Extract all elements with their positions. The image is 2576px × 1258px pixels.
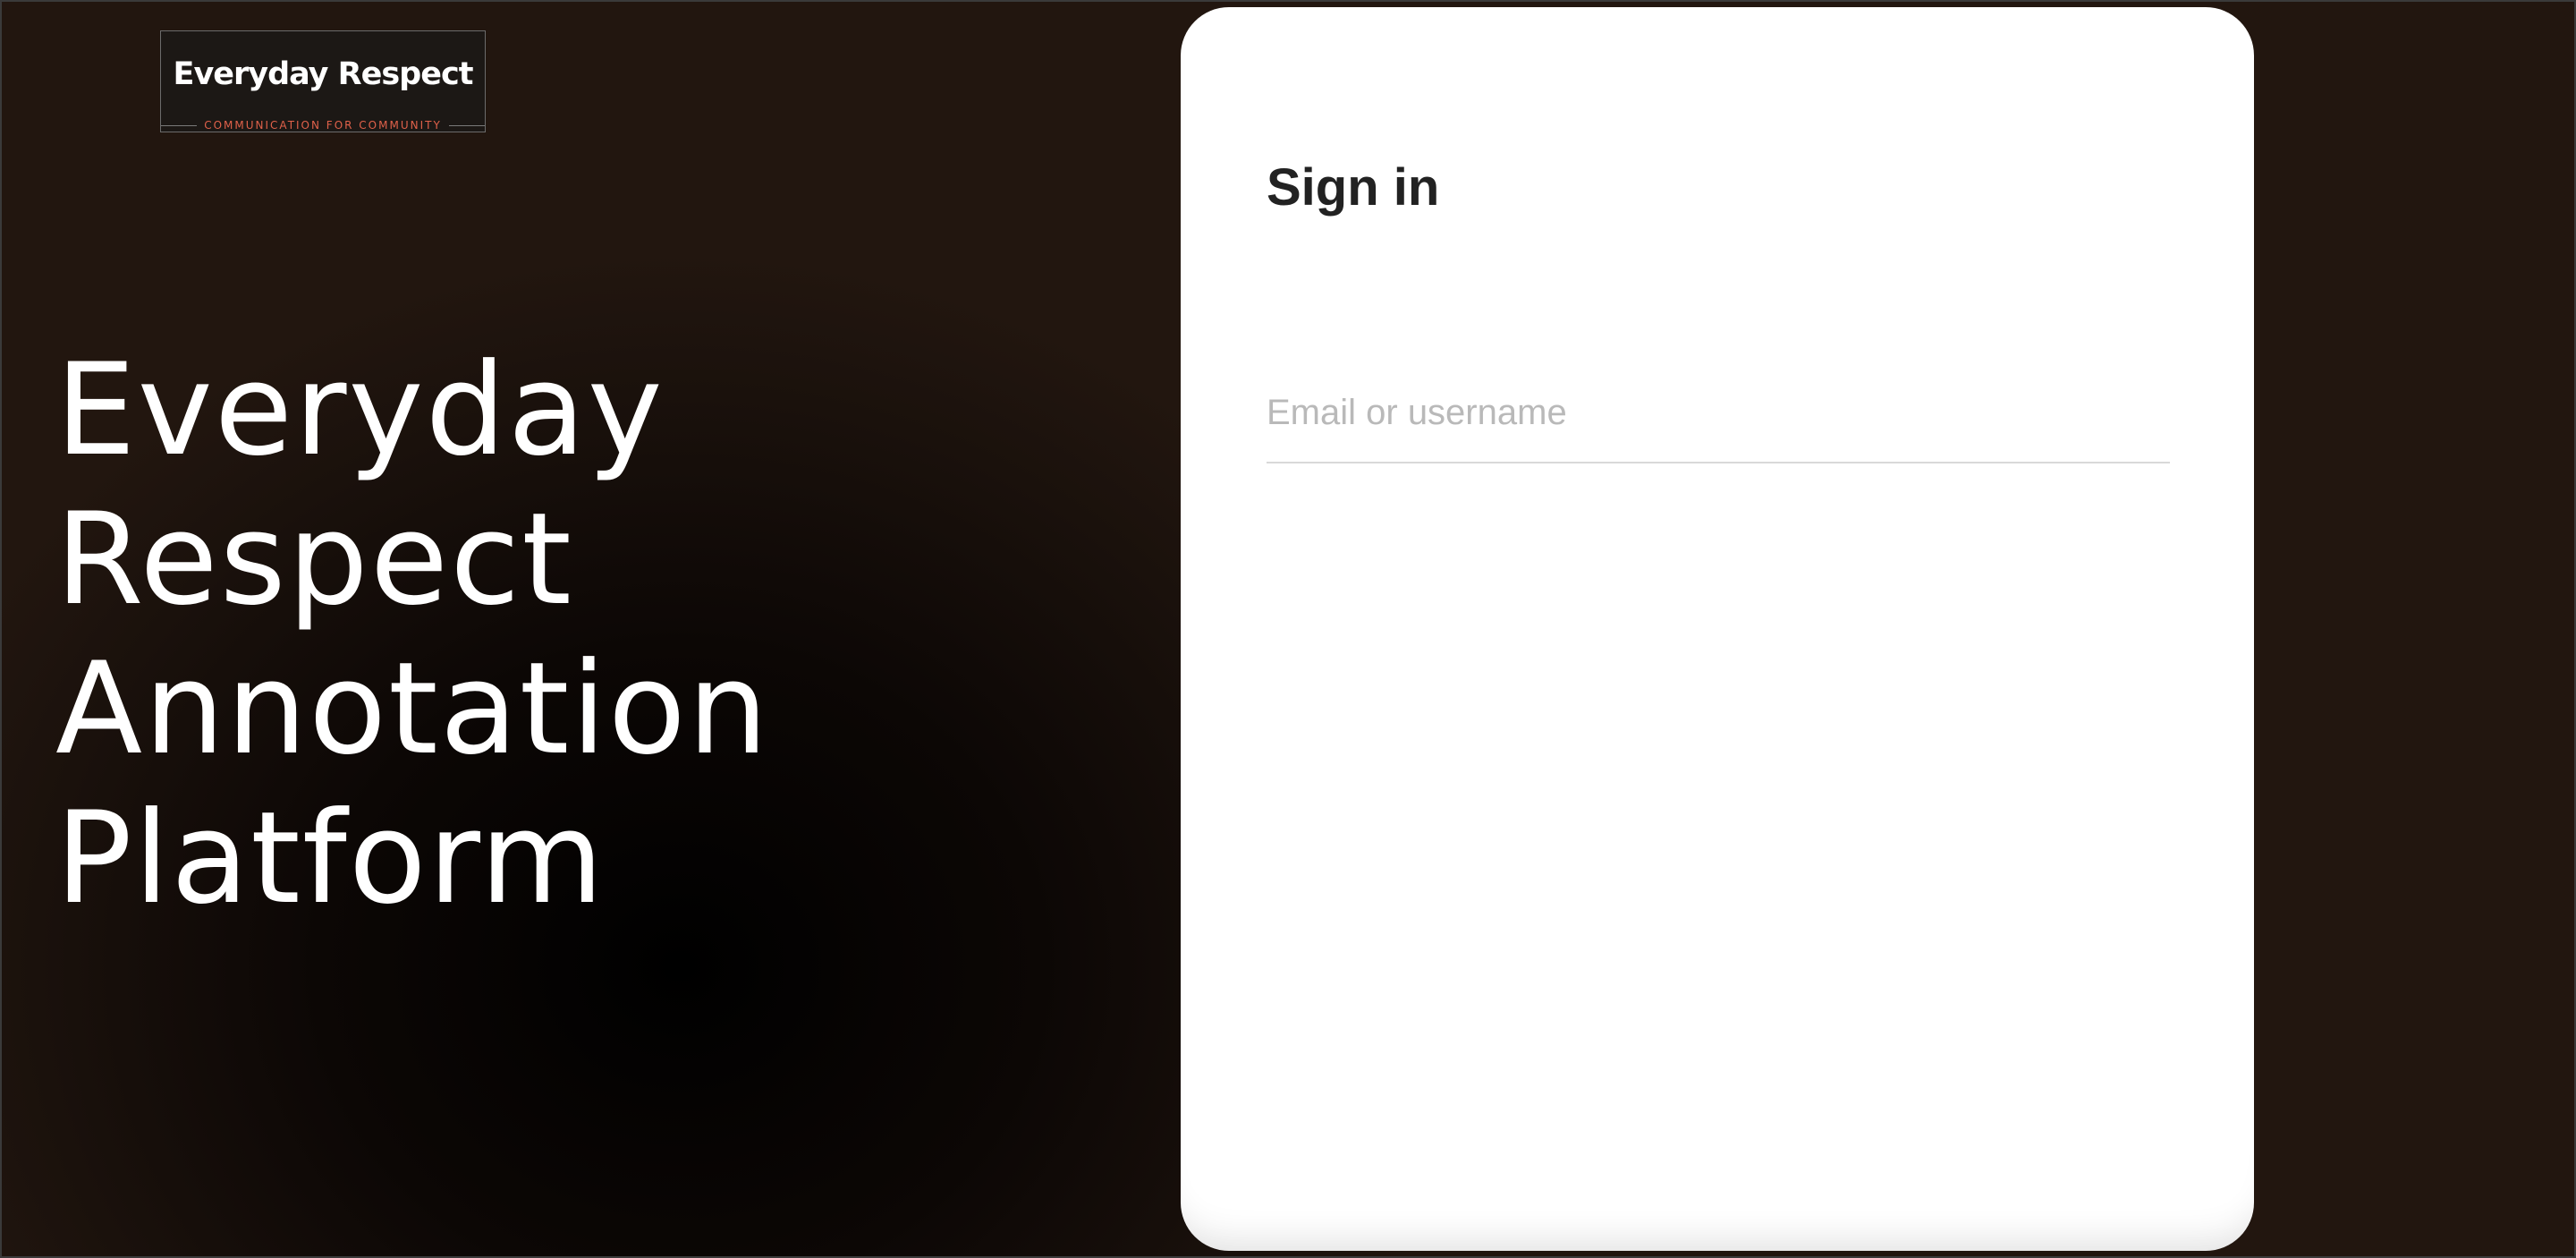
logo-tagline: COMMUNICATION FOR COMMUNITY bbox=[204, 119, 442, 132]
email-username-input[interactable] bbox=[1267, 381, 2170, 444]
hero-headline: Everyday Respect Annotation Platform bbox=[55, 336, 1039, 933]
hero-line: Platform bbox=[55, 785, 606, 932]
logo-title: Everyday Respect bbox=[173, 56, 474, 92]
brand-logo: Everyday Respect COMMUNICATION FOR COMMU… bbox=[160, 30, 486, 132]
hero-line: Annotation bbox=[55, 635, 770, 783]
logo-tagline-row: COMMUNICATION FOR COMMUNITY bbox=[161, 119, 485, 132]
username-field bbox=[1267, 372, 2170, 463]
signin-card: Sign in bbox=[1181, 7, 2254, 1251]
signin-title: Sign in bbox=[1267, 158, 1440, 217]
logo-rule-right bbox=[448, 124, 485, 126]
logo-rule-left bbox=[161, 124, 198, 126]
hero-line: Respect bbox=[55, 486, 573, 633]
hero-line: Everyday bbox=[55, 336, 665, 484]
